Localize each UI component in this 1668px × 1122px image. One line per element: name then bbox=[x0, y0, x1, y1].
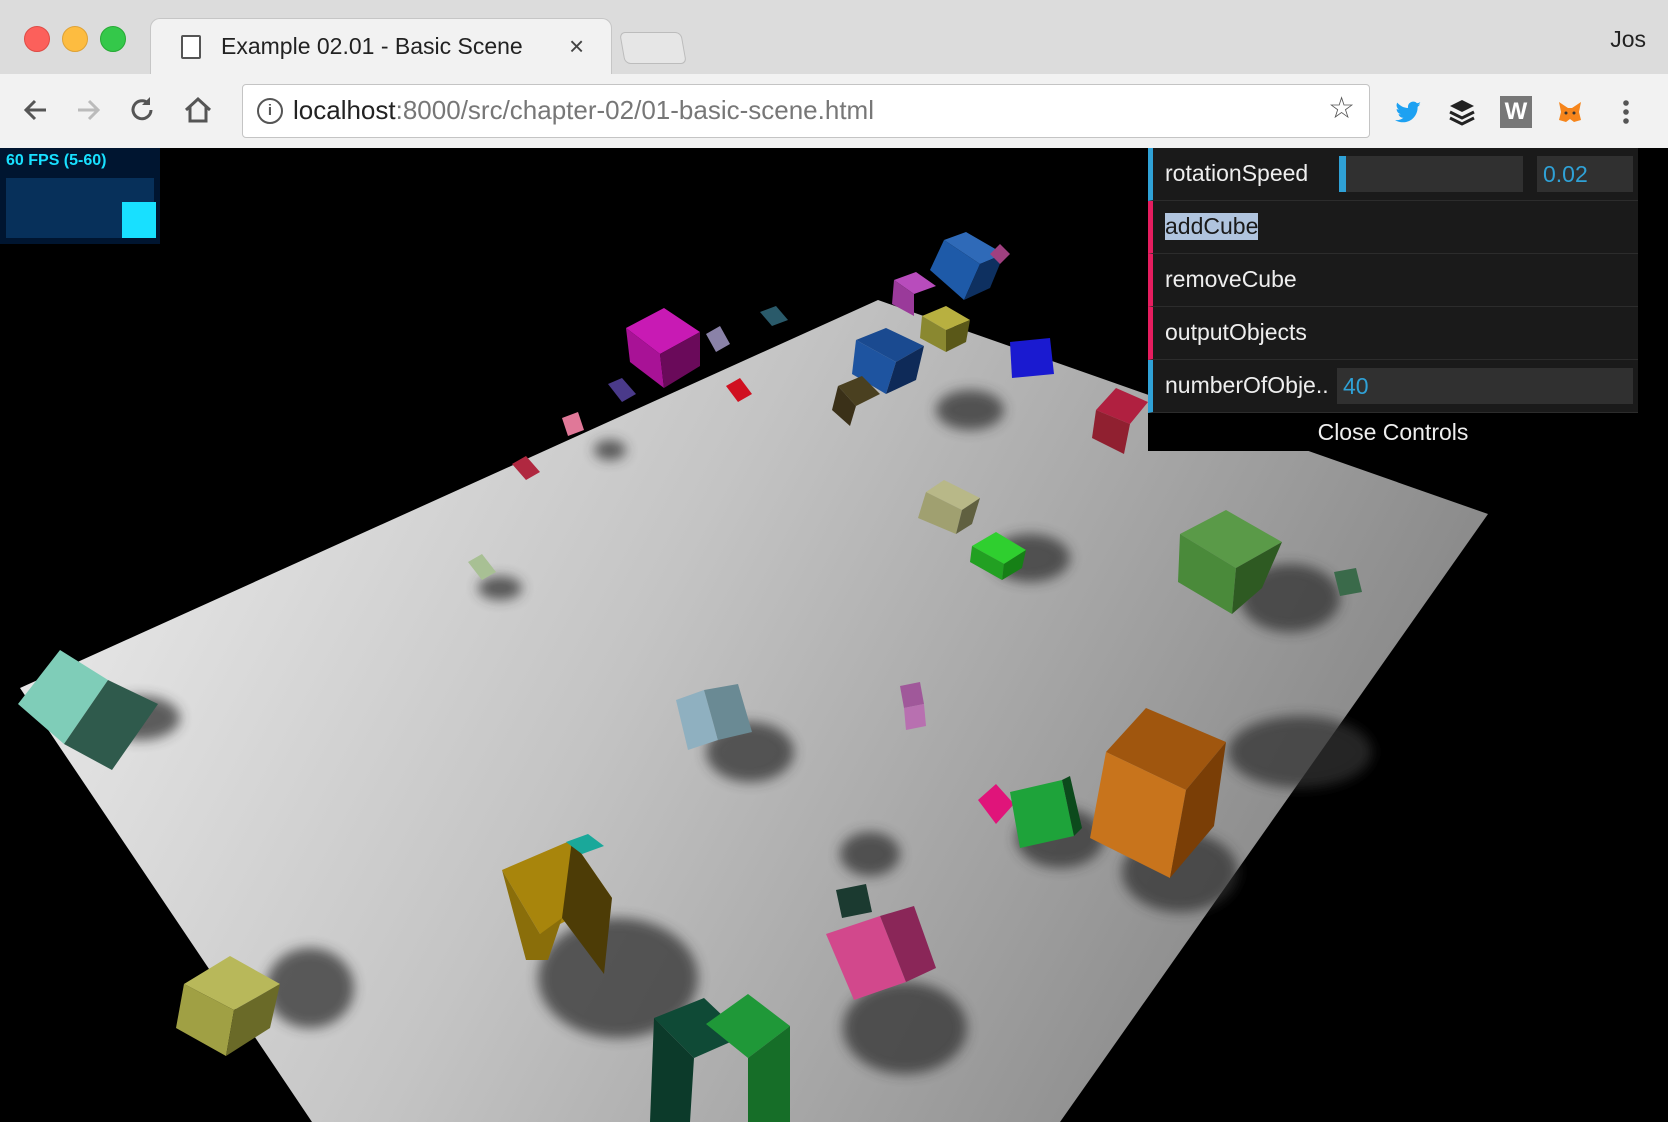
cube-blue-bright bbox=[1010, 338, 1054, 378]
cube-lavender-small bbox=[706, 326, 730, 352]
window-zoom-button[interactable] bbox=[100, 26, 126, 52]
back-icon[interactable] bbox=[18, 92, 54, 128]
profile-name[interactable]: Jos bbox=[1610, 26, 1646, 53]
browser-toolbar: i localhost:8000/src/chapter-02/01-basic… bbox=[0, 74, 1668, 149]
menu-icon[interactable] bbox=[1616, 96, 1636, 128]
number-of-objects-input[interactable]: 40 bbox=[1337, 368, 1633, 404]
control-number-of-objects[interactable]: numberOfObje.. 40 bbox=[1148, 360, 1638, 413]
cube-purple-small bbox=[608, 378, 636, 402]
info-icon[interactable]: i bbox=[257, 98, 283, 124]
add-cube-label: addCube bbox=[1165, 213, 1259, 240]
new-tab-button[interactable] bbox=[619, 32, 687, 64]
remove-cube-label: removeCube bbox=[1165, 266, 1297, 292]
forward-icon[interactable] bbox=[70, 92, 106, 128]
rotation-speed-slider[interactable] bbox=[1339, 156, 1523, 192]
reload-icon[interactable] bbox=[124, 92, 160, 128]
cube-pink-small bbox=[562, 412, 584, 436]
fps-graph bbox=[6, 178, 156, 238]
bookmark-star-icon[interactable]: ☆ bbox=[1328, 91, 1355, 126]
remove-cube-button[interactable]: removeCube bbox=[1148, 254, 1638, 307]
twitter-icon[interactable] bbox=[1392, 96, 1424, 128]
tab-title: Example 02.01 - Basic Scene bbox=[221, 33, 523, 59]
fps-stats-panel[interactable]: 60 FPS (5-60) bbox=[0, 148, 160, 244]
rotation-speed-label: rotationSpeed bbox=[1165, 160, 1309, 186]
tab-close-icon[interactable]: × bbox=[569, 31, 584, 62]
close-controls-button[interactable]: Close Controls bbox=[1148, 413, 1638, 451]
cube-magenta-large bbox=[626, 308, 700, 388]
metamask-icon[interactable] bbox=[1554, 96, 1586, 128]
document-icon bbox=[181, 35, 201, 59]
cube-steel-small bbox=[760, 306, 788, 326]
fps-label: 60 FPS (5-60) bbox=[6, 152, 107, 169]
buffer-icon[interactable] bbox=[1446, 96, 1478, 128]
number-of-objects-label: numberOfObje.. bbox=[1165, 372, 1329, 398]
add-cube-button[interactable]: addCube bbox=[1148, 201, 1638, 254]
home-icon[interactable] bbox=[180, 92, 216, 128]
cube-blue-top bbox=[930, 232, 1004, 300]
control-rotation-speed[interactable]: rotationSpeed 0.02 bbox=[1148, 148, 1638, 201]
window-minimize-button[interactable] bbox=[62, 26, 88, 52]
webgl-canvas[interactable]: 60 FPS (5-60) rotationSpeed 0.02 addCube… bbox=[0, 148, 1668, 1122]
rotation-speed-slider-fill bbox=[1339, 156, 1347, 192]
fps-graph-bar bbox=[122, 202, 156, 238]
output-objects-label: outputObjects bbox=[1165, 319, 1307, 345]
browser-tab[interactable]: Example 02.01 - Basic Scene × bbox=[150, 18, 612, 75]
url-text[interactable]: localhost:8000/src/chapter-02/01-basic-s… bbox=[293, 95, 874, 126]
address-bar[interactable]: i localhost:8000/src/chapter-02/01-basic… bbox=[242, 84, 1370, 138]
controls-panel: rotationSpeed 0.02 addCube removeCube ou… bbox=[1148, 148, 1638, 451]
window-close-button[interactable] bbox=[24, 26, 50, 52]
rotation-speed-input[interactable]: 0.02 bbox=[1537, 156, 1633, 192]
w-extension-icon[interactable]: W bbox=[1500, 96, 1532, 128]
cube-darkteal-small bbox=[836, 884, 872, 918]
output-objects-button[interactable]: outputObjects bbox=[1148, 307, 1638, 360]
tab-strip: Example 02.01 - Basic Scene × Jos bbox=[0, 0, 1668, 75]
